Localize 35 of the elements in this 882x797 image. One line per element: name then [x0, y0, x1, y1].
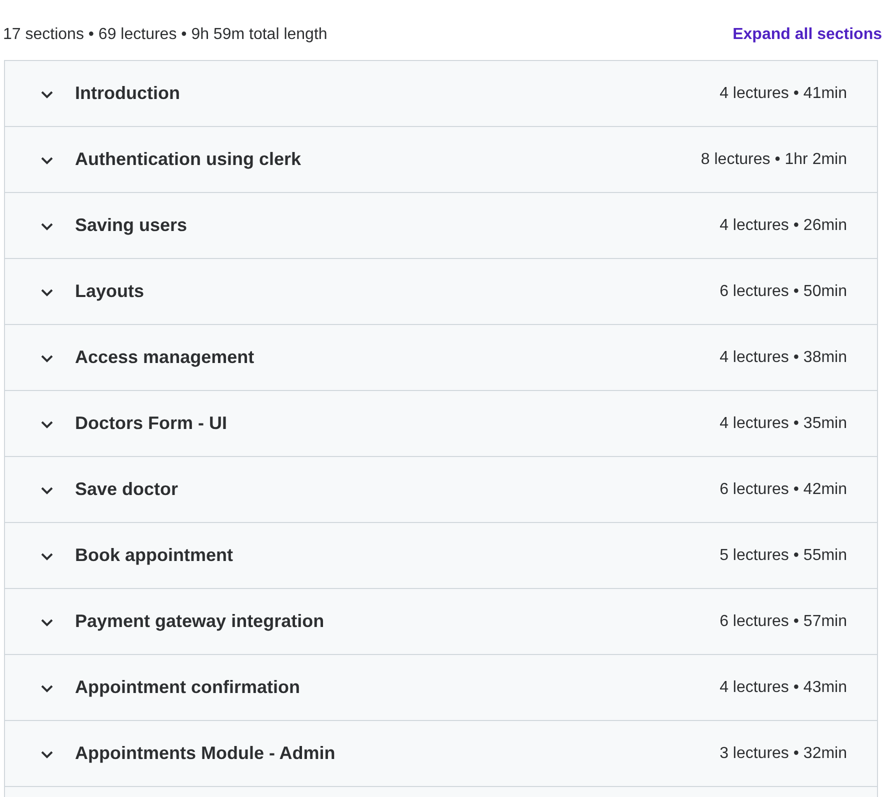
section-title: Introduction	[75, 82, 181, 105]
section-length: 5 lectures • 55min	[720, 546, 847, 566]
section-title: Appointment confirmation	[75, 676, 301, 699]
section-header[interactable]: Layouts 6 lectures • 50min	[5, 259, 877, 325]
section-title: Appointments Module - Admin	[75, 742, 336, 765]
section-header[interactable]: Payment gateway integration 6 lectures • 57min	[5, 589, 877, 655]
section-length: 8 lectures • 1hr 2min	[700, 150, 847, 170]
section-title: Save doctor	[75, 478, 180, 501]
course-summary: 17 sections • 69 lectures • 9h 59m total length	[3, 25, 328, 45]
section-length: 6 lectures • 42min	[720, 480, 847, 500]
section-length: 6 lectures • 50min	[720, 282, 847, 302]
section-header[interactable]: Appointment confirmation 4 lectures • 43min	[5, 655, 877, 721]
section-header[interactable]: Save doctor 6 lectures • 42min	[5, 457, 877, 523]
section-title: Saving users	[75, 214, 188, 237]
section-header[interactable]: Authentication using clerk 8 lectures • 1hr 2min	[5, 127, 877, 193]
section-length: 4 lectures • 35min	[720, 414, 847, 434]
section-header[interactable]: Doctors Form - UI 4 lectures • 35min	[5, 391, 877, 457]
section-title: Authentication using clerk	[75, 148, 302, 171]
section-title: Book appointment	[75, 544, 234, 567]
section-header[interactable]: Book appointment 5 lectures • 55min	[5, 523, 877, 589]
section-length: 4 lectures • 26min	[720, 216, 847, 236]
expand-all-link[interactable]: Expand all sections	[732, 23, 882, 47]
section-length: 4 lectures • 38min	[720, 348, 847, 368]
section-length: 3 lectures • 32min	[720, 744, 847, 764]
section-length: 4 lectures • 41min	[720, 84, 847, 104]
section-header[interactable]: Introduction 4 lectures • 41min	[5, 61, 877, 127]
section-header[interactable]: Appointments Module - Admin 3 lectures • 32min	[5, 721, 877, 787]
section-title: Payment gateway integration	[75, 610, 326, 633]
section-header[interactable]: Access management 4 lectures • 38min	[5, 325, 877, 391]
section-length: 4 lectures • 43min	[720, 678, 847, 698]
section-title: Access management	[75, 346, 256, 369]
section-title: Layouts	[75, 280, 146, 303]
section-header[interactable]: Saving users 4 lectures • 26min	[5, 193, 877, 259]
section-length: 6 lectures • 57min	[720, 612, 847, 632]
section-title: Doctors Form - UI	[75, 412, 228, 435]
